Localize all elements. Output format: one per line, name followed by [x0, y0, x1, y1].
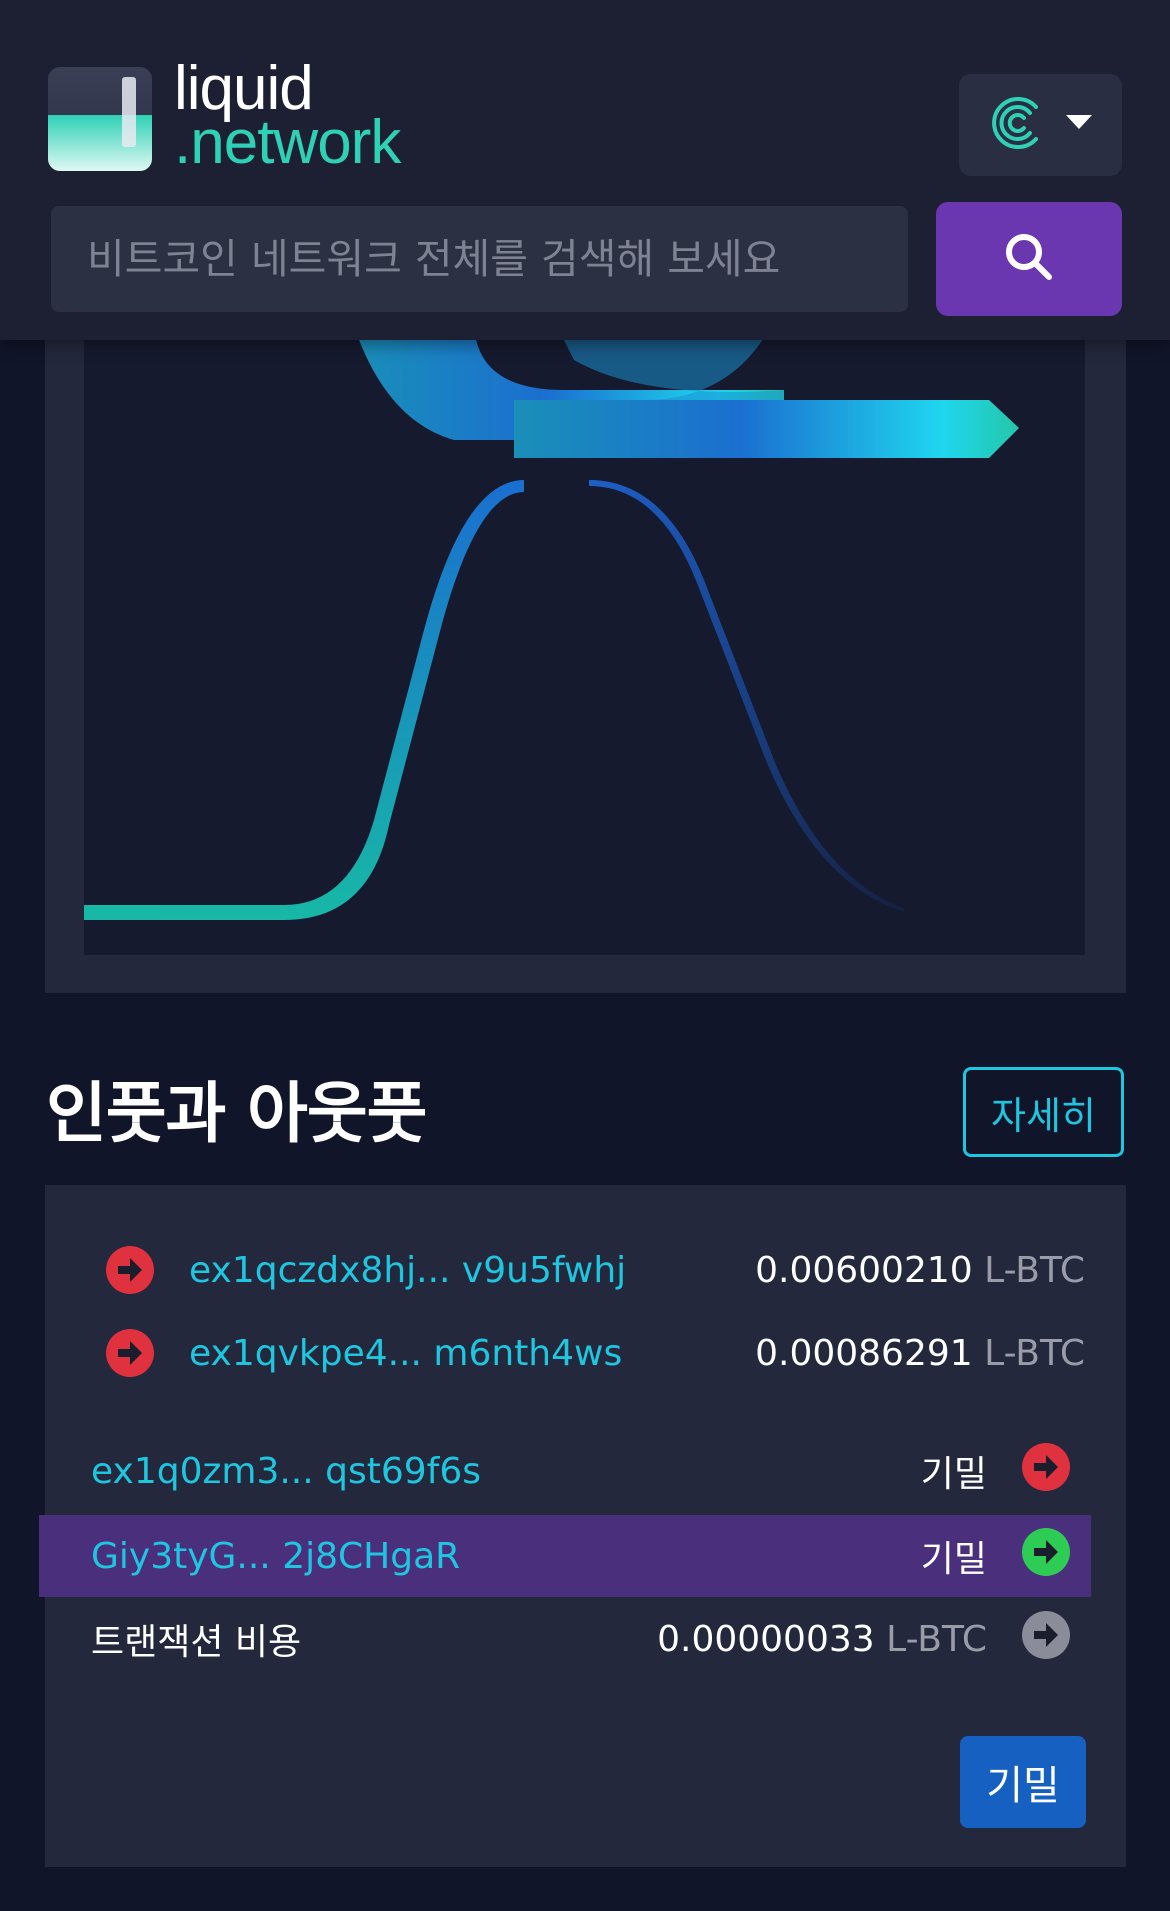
- caret-down-icon: [1065, 115, 1092, 135]
- fee-value-group: 0.00000033 L-BTC: [657, 1610, 1071, 1669]
- input-address-link[interactable]: ex1qczdx8hj... v9u5fwhj: [189, 1250, 626, 1291]
- network-selector-button[interactable]: [959, 74, 1122, 176]
- input-amount-value: 0.00600210: [755, 1249, 973, 1291]
- input-address-link[interactable]: ex1qvkpe4... m6nth4ws: [189, 1333, 622, 1374]
- red-arrow-right-icon[interactable]: [105, 1328, 155, 1378]
- fee-label: 트랜잭션 비용: [91, 1622, 302, 1663]
- output-value-group: 기밀: [921, 1442, 1071, 1501]
- confidential-button[interactable]: 기밀: [960, 1736, 1086, 1828]
- input-amount-unit: L-BTC: [984, 1249, 1085, 1291]
- details-button[interactable]: 자세히: [963, 1067, 1124, 1157]
- brand-wordmark[interactable]: liquid .network: [174, 58, 401, 177]
- output-value: 기밀: [920, 1454, 987, 1495]
- output-row-highlighted[interactable]: Giy3tyG... 2j8CHgaR 기밀: [39, 1515, 1091, 1597]
- fee-amount-unit: L-BTC: [886, 1618, 987, 1660]
- input-row[interactable]: ex1qvkpe4... m6nth4ws 0.00086291 L-BTC: [105, 1323, 1085, 1383]
- search-icon: [1003, 231, 1055, 287]
- app-header: liquid .network: [0, 0, 1170, 340]
- fee-amount: 0.00000033 L-BTC: [657, 1619, 987, 1660]
- transaction-flow-card: [45, 320, 1126, 993]
- red-arrow-right-icon[interactable]: [105, 1245, 155, 1295]
- input-amount-unit: L-BTC: [984, 1332, 1085, 1374]
- brand-name-line2: .network: [174, 108, 401, 177]
- io-section-title: 인풋과 아웃풋: [46, 1075, 427, 1152]
- red-arrow-right-icon[interactable]: [1021, 1442, 1071, 1501]
- output-address-link[interactable]: ex1q0zm3... qst69f6s: [91, 1451, 481, 1492]
- fee-amount-value: 0.00000033: [657, 1618, 875, 1660]
- search-button[interactable]: [936, 202, 1122, 316]
- output-row[interactable]: ex1q0zm3... qst69f6s 기밀: [39, 1430, 1091, 1512]
- liquid-logo-icon[interactable]: [48, 67, 152, 171]
- input-row[interactable]: ex1qczdx8hj... v9u5fwhj 0.00600210 L-BTC: [105, 1240, 1085, 1300]
- liquid-network-icon: [990, 95, 1046, 155]
- output-value: 기밀: [920, 1539, 987, 1580]
- output-address-link[interactable]: Giy3tyG... 2j8CHgaR: [91, 1536, 460, 1577]
- search-input[interactable]: [51, 206, 908, 312]
- output-value-group: 기밀: [921, 1527, 1071, 1586]
- fee-row: 트랜잭션 비용 0.00000033 L-BTC: [39, 1598, 1091, 1680]
- gray-arrow-right-icon: [1021, 1610, 1071, 1669]
- input-amount: 0.00086291 L-BTC: [755, 1333, 1085, 1374]
- input-amount: 0.00600210 L-BTC: [755, 1250, 1085, 1291]
- input-amount-value: 0.00086291: [755, 1332, 973, 1374]
- transaction-flow-diagram: [84, 320, 1085, 955]
- green-arrow-right-icon[interactable]: [1021, 1527, 1071, 1586]
